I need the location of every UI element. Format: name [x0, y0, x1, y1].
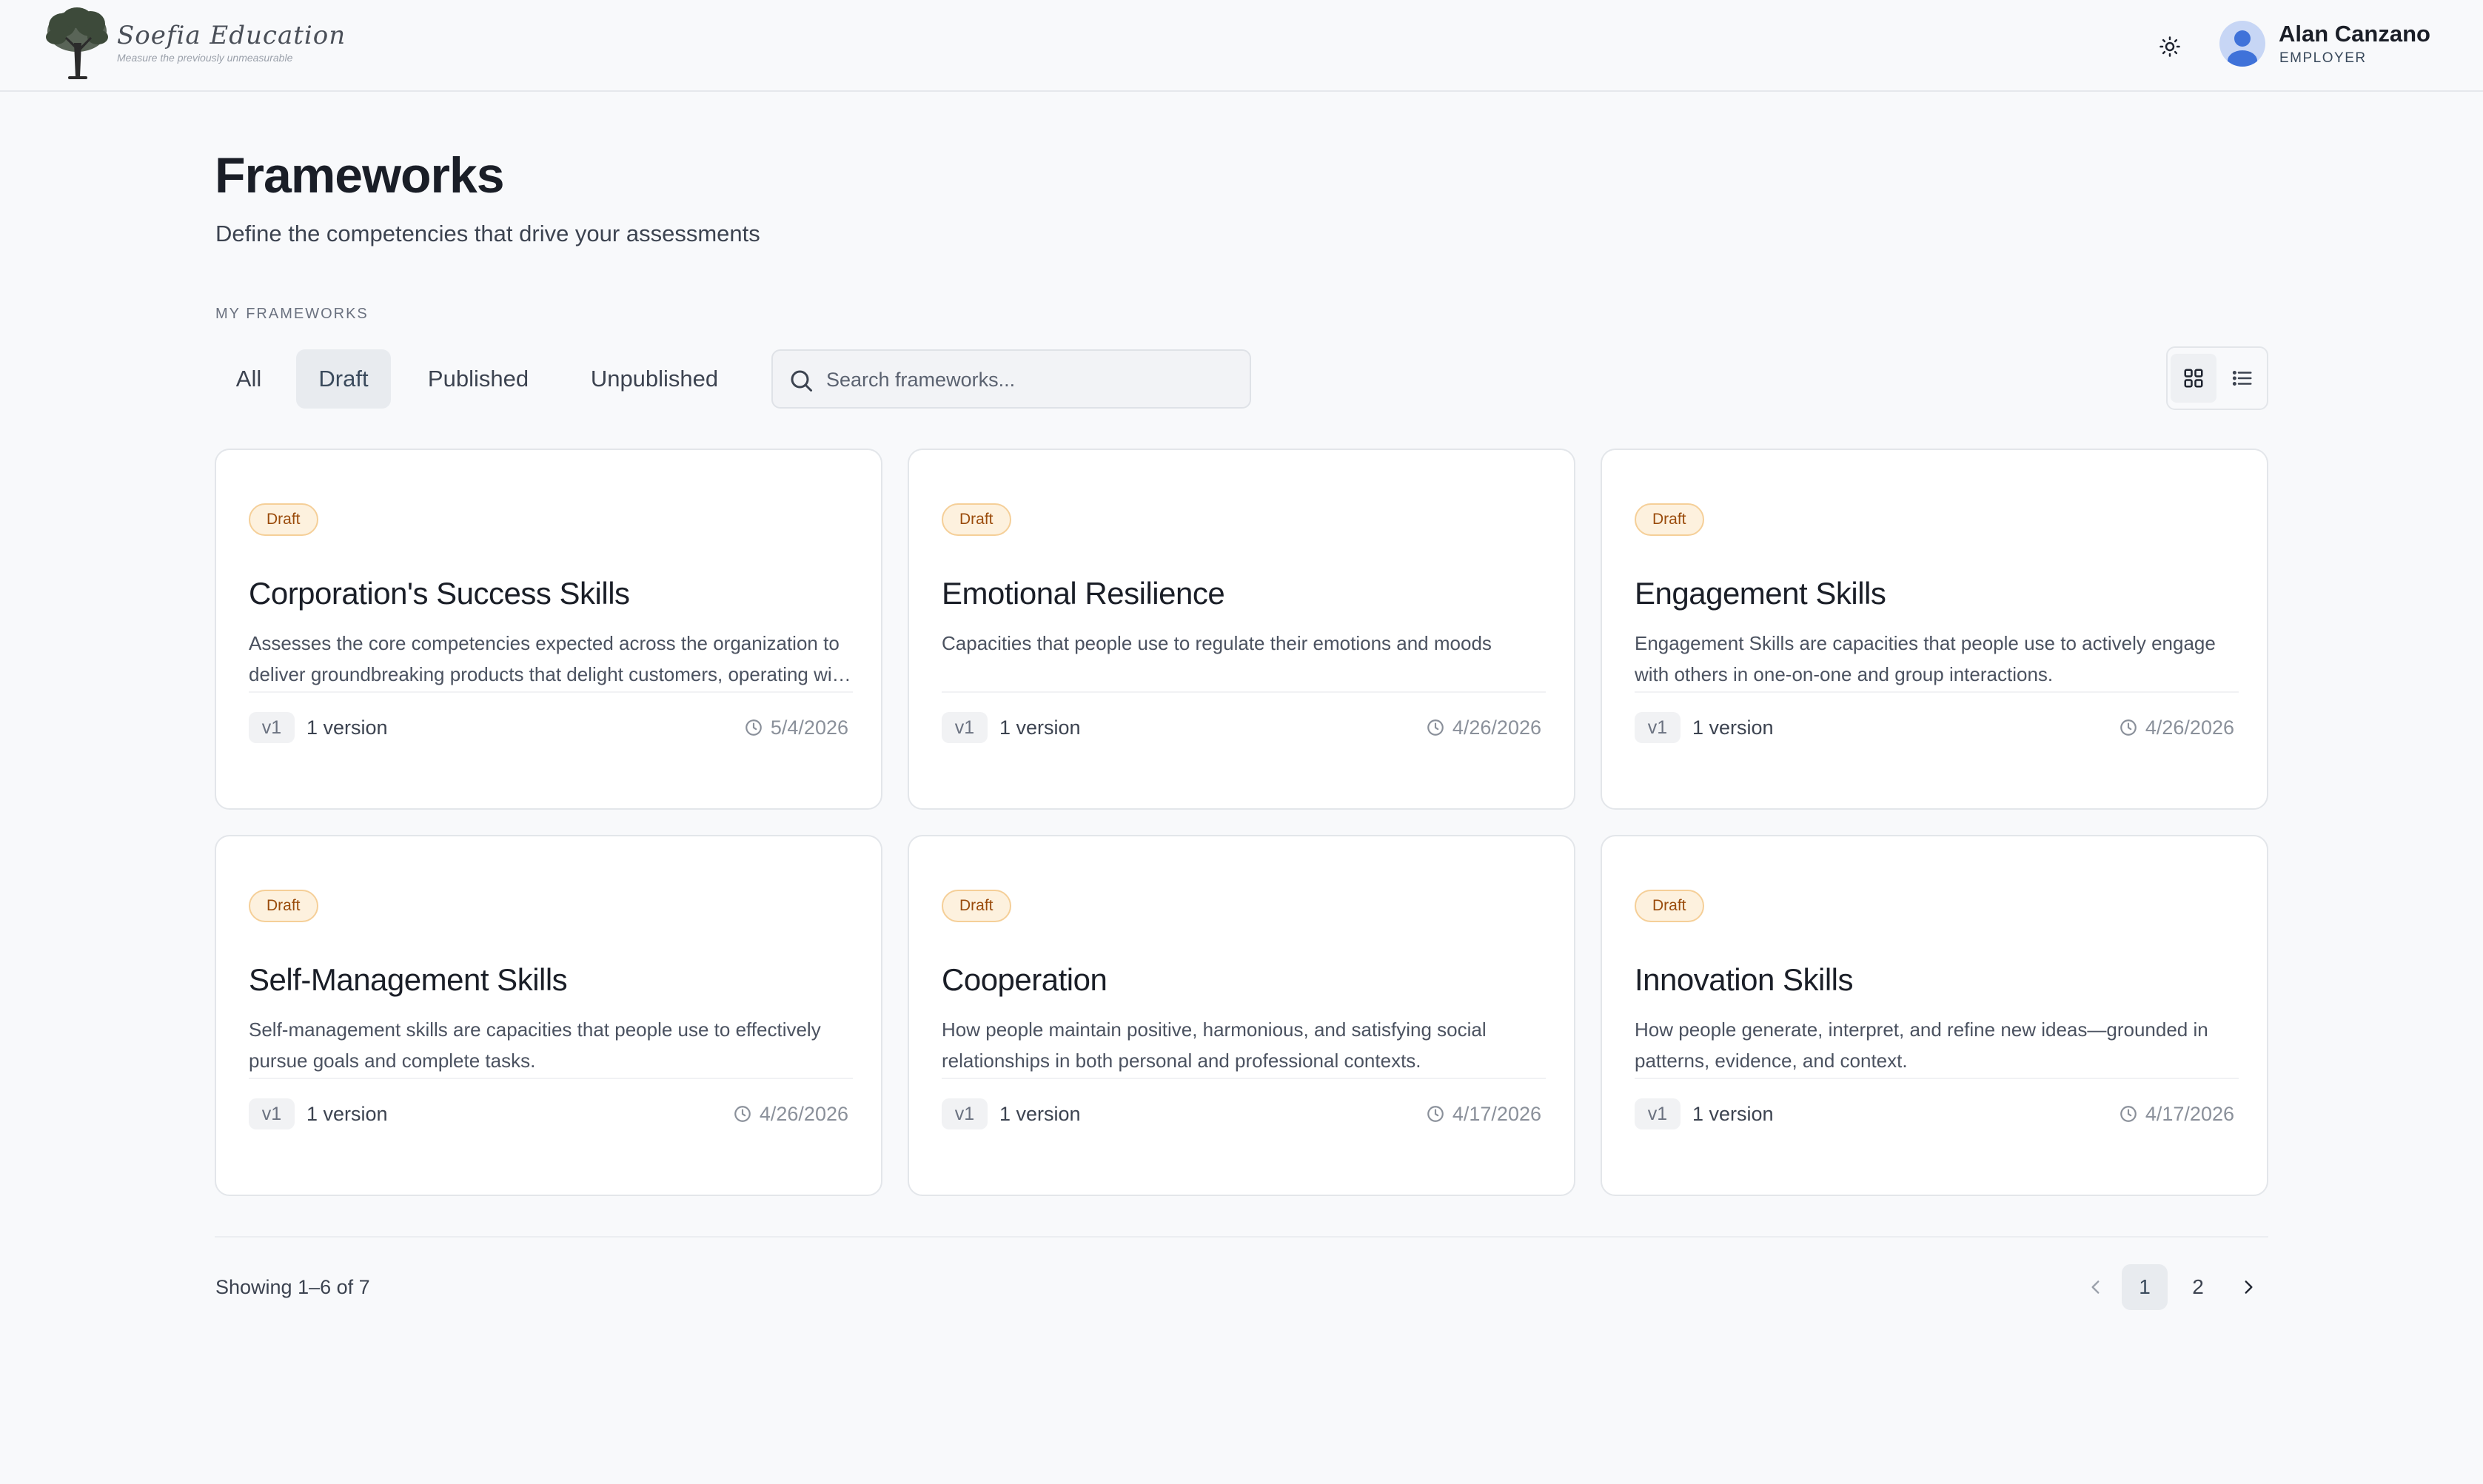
framework-card[interactable]: Draft Self-Management Skills Self-manage…	[215, 835, 882, 1196]
card-divider	[942, 1078, 1546, 1079]
status-badge: Draft	[942, 503, 1011, 536]
page-2-button[interactable]: 2	[2175, 1264, 2221, 1310]
card-description: Engagement Skills are capacities that pe…	[1635, 632, 2216, 685]
card-description: Self-management skills are capacities th…	[249, 1018, 821, 1072]
next-page-button[interactable]	[2225, 1264, 2271, 1310]
tab-unpublished[interactable]: Unpublished	[570, 349, 739, 409]
chevron-right-icon	[2245, 1280, 2253, 1294]
status-badge: Draft	[1635, 890, 1704, 922]
status-badge: Draft	[1635, 503, 1704, 536]
page-title: Frameworks	[215, 147, 505, 204]
clock-icon	[2120, 1106, 2137, 1122]
version-count: 1 version	[1692, 716, 1774, 739]
framework-card[interactable]: Draft Engagement Skills Engagement Skill…	[1601, 449, 2268, 810]
framework-card[interactable]: Draft Corporation's Success Skills Asses…	[215, 449, 882, 810]
clock-icon	[745, 719, 762, 736]
card-date-text: 5/4/2026	[770, 716, 848, 739]
card-date-text: 4/26/2026	[1452, 716, 1541, 739]
list-view-button[interactable]	[2219, 354, 2265, 403]
status-badge: Draft	[249, 890, 318, 922]
version-count: 1 version	[306, 1103, 388, 1125]
card-divider	[1635, 1078, 2239, 1079]
version-count: 1 version	[1692, 1103, 1774, 1125]
card-title: Corporation's Success Skills	[249, 576, 630, 611]
framework-card[interactable]: Draft Innovation Skills How people gener…	[1601, 835, 2268, 1196]
card-description: How people generate, interpret, and refi…	[1635, 1018, 2208, 1072]
tree-logo-icon	[46, 7, 108, 79]
logo-tagline: Measure the previously unmeasurable	[117, 52, 293, 64]
card-description: Capacities that people use to regulate t…	[942, 632, 1492, 654]
sun-icon	[2159, 36, 2180, 57]
framework-card[interactable]: Draft Emotional Resilience Capacities th…	[908, 449, 1575, 810]
section-label: MY FRAMEWORKS	[215, 306, 369, 322]
app-logo[interactable]: Soefia Education Measure the previously …	[43, 6, 345, 83]
user-role: EMPLOYER	[2279, 50, 2367, 66]
showing-count: Showing 1–6 of 7	[215, 1276, 370, 1298]
version-pill: v1	[1635, 1098, 1681, 1129]
card-date: 4/26/2026	[733, 1101, 848, 1127]
version-count: 1 version	[999, 1103, 1081, 1125]
card-description: How people maintain positive, harmonious…	[942, 1018, 1487, 1072]
grid-view-button[interactable]	[2171, 354, 2216, 403]
version-pill: v1	[1635, 712, 1681, 743]
tab-all[interactable]: All	[215, 349, 283, 409]
card-date-text: 4/17/2026	[1452, 1102, 1541, 1125]
card-title: Innovation Skills	[1635, 962, 1854, 997]
version-pill: v1	[942, 712, 988, 743]
card-divider	[942, 691, 1546, 693]
card-date: 4/26/2026	[2119, 715, 2234, 740]
version-count: 1 version	[999, 716, 1081, 739]
clock-icon	[1427, 719, 1444, 736]
card-divider	[1635, 691, 2239, 693]
list-icon	[2232, 371, 2252, 386]
card-date-text: 4/26/2026	[2145, 716, 2234, 739]
page-subtitle: Define the competencies that drive your …	[215, 221, 760, 246]
logo-name: Soefia Education	[117, 21, 346, 50]
user-icon	[2228, 30, 2257, 67]
card-date: 4/17/2026	[2119, 1101, 2234, 1127]
footer-divider	[215, 1236, 2268, 1238]
grid-icon	[2184, 369, 2203, 388]
page-1-button[interactable]: 1	[2122, 1264, 2168, 1310]
clock-icon	[1427, 1106, 1444, 1122]
user-name[interactable]: Alan Canzano	[2279, 21, 2430, 47]
version-count: 1 version	[306, 716, 388, 739]
view-toggle	[2166, 346, 2268, 410]
version-pill: v1	[942, 1098, 988, 1129]
version-pill: v1	[249, 1098, 295, 1129]
card-title: Engagement Skills	[1635, 576, 1886, 611]
clock-icon	[734, 1106, 751, 1122]
top-bar: Soefia Education Measure the previously …	[0, 0, 2483, 92]
card-title: Self-Management Skills	[249, 962, 568, 997]
tab-published[interactable]: Published	[407, 349, 549, 409]
tab-draft[interactable]: Draft	[296, 349, 391, 409]
status-badge: Draft	[249, 503, 318, 536]
clock-icon	[2120, 719, 2137, 736]
card-divider	[249, 691, 853, 693]
card-date-text: 4/17/2026	[2145, 1102, 2234, 1125]
card-date-text: 4/26/2026	[759, 1102, 848, 1125]
prev-page-button[interactable]	[2073, 1264, 2119, 1310]
card-description: Assesses the core competencies expected …	[249, 632, 848, 685]
card-divider	[249, 1078, 853, 1079]
card-date: 4/26/2026	[1426, 715, 1541, 740]
framework-card[interactable]: Draft Cooperation How people maintain po…	[908, 835, 1575, 1196]
theme-toggle-button[interactable]	[2151, 28, 2188, 65]
search-icon	[791, 370, 812, 392]
avatar[interactable]	[2219, 21, 2265, 67]
card-title: Emotional Resilience	[942, 576, 1225, 611]
version-pill: v1	[249, 712, 295, 743]
chevron-left-icon	[2091, 1280, 2100, 1294]
card-date: 5/4/2026	[744, 715, 848, 740]
status-badge: Draft	[942, 890, 1011, 922]
search-box[interactable]	[771, 349, 1251, 409]
card-date: 4/17/2026	[1426, 1101, 1541, 1127]
search-input[interactable]	[826, 358, 1241, 401]
card-title: Cooperation	[942, 962, 1108, 997]
